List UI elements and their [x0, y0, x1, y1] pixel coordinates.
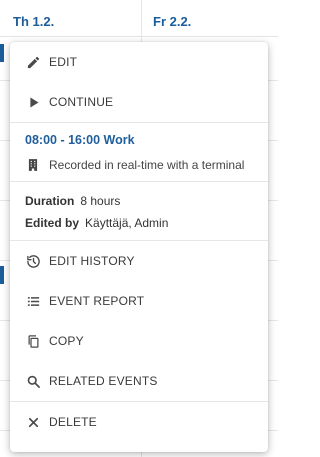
edited-by-value: Käyttäjä, Admin — [85, 216, 169, 230]
continue-label: CONTINUE — [49, 95, 114, 109]
delete-label: DELETE — [49, 415, 97, 429]
edit-history-label: EDIT HISTORY — [49, 254, 135, 268]
event-summary: 08:00 - 16:00 Work Recorded in real-time… — [10, 123, 268, 181]
calendar-header: Th 1.2. Fr 2.2. — [0, 0, 278, 37]
continue-button[interactable]: CONTINUE — [10, 82, 268, 122]
copy-icon — [25, 333, 41, 349]
event-context-menu: EDIT CONTINUE 08:00 - 16:00 Work Recorde… — [10, 42, 268, 452]
event-details: Duration 8 hours Edited by Käyttäjä, Admin — [10, 182, 268, 240]
edited-by-row: Edited by Käyttäjä, Admin — [25, 216, 253, 230]
edit-label: EDIT — [49, 55, 78, 69]
calendar-view: Th 1.2. Fr 2.2. EDIT CONTINUE 08:00 - 16… — [0, 0, 278, 457]
event-report-button[interactable]: EVENT REPORT — [10, 281, 268, 321]
edit-history-button[interactable]: EDIT HISTORY — [10, 241, 268, 281]
day-header-thursday[interactable]: Th 1.2. — [13, 14, 54, 29]
history-icon — [25, 253, 41, 269]
duration-label: Duration — [25, 194, 75, 208]
delete-button[interactable]: DELETE — [10, 402, 268, 442]
calendar-event-marker[interactable] — [0, 44, 4, 62]
related-events-button[interactable]: RELATED EVENTS — [10, 361, 268, 401]
search-icon — [25, 373, 41, 389]
event-report-label: EVENT REPORT — [49, 294, 145, 308]
building-icon — [25, 157, 41, 173]
copy-label: COPY — [49, 334, 84, 348]
related-events-label: RELATED EVENTS — [49, 374, 158, 388]
copy-button[interactable]: COPY — [10, 321, 268, 361]
duration-row: Duration 8 hours — [25, 194, 253, 208]
event-source-text: Recorded in real-time with a terminal — [49, 158, 245, 172]
event-title: 08:00 - 16:00 Work — [25, 133, 135, 147]
close-icon — [25, 414, 41, 430]
calendar-event-marker[interactable] — [0, 266, 4, 284]
pencil-icon — [25, 54, 41, 70]
play-icon — [25, 94, 41, 110]
list-icon — [25, 293, 41, 309]
edited-by-label: Edited by — [25, 216, 80, 230]
duration-value: 8 hours — [80, 194, 121, 208]
edit-button[interactable]: EDIT — [10, 42, 268, 82]
day-header-friday[interactable]: Fr 2.2. — [153, 14, 191, 29]
event-source-row: Recorded in real-time with a terminal — [25, 157, 253, 173]
